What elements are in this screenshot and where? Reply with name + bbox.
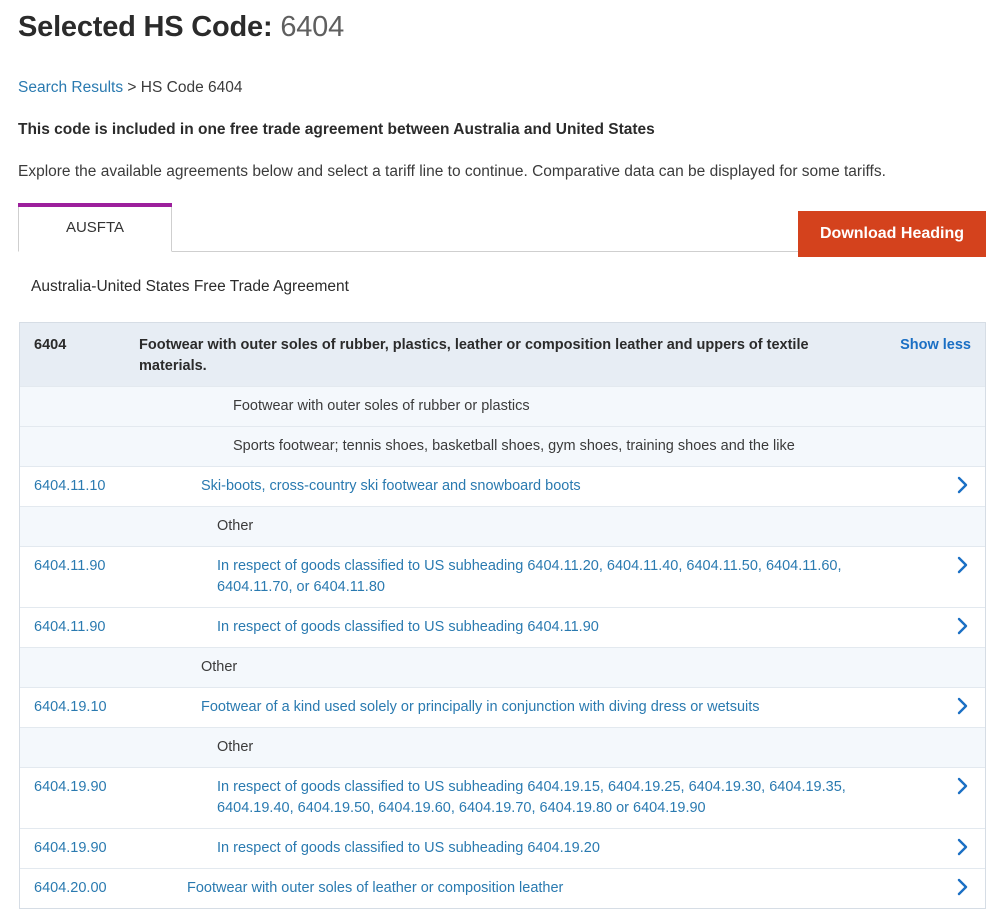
page-root: Selected HS Code: 6404 Search Results > … — [0, 0, 1004, 909]
explore-note: Explore the available agreements below a… — [18, 162, 886, 180]
row-action — [909, 688, 985, 726]
row-code[interactable]: 6404.11.10 — [20, 467, 139, 506]
table-row[interactable]: 6404.19.90 In respect of goods classified… — [20, 768, 985, 830]
row-description[interactable]: In respect of goods classified to US sub… — [139, 829, 909, 868]
chevron-right-icon[interactable] — [957, 838, 971, 858]
row-code — [20, 507, 139, 525]
row-description: Sports footwear; tennis shoes, basketbal… — [233, 437, 795, 454]
breadcrumb: Search Results > HS Code 6404 — [18, 77, 986, 99]
row-action — [909, 387, 985, 405]
row-code[interactable]: 6404.19.90 — [20, 829, 139, 868]
row-description: Other — [217, 517, 254, 534]
row-code — [20, 728, 139, 746]
row-action — [909, 728, 985, 746]
row-description[interactable]: Ski-boots, cross-country ski footwear an… — [139, 467, 909, 506]
page-title: Selected HS Code: 6404 — [18, 0, 986, 47]
tabs-row: AUSFTA Download Heading — [18, 203, 986, 258]
row-code[interactable]: 6404.20.00 — [20, 869, 139, 908]
chevron-right-icon[interactable] — [957, 556, 971, 576]
breadcrumb-separator: > — [127, 79, 137, 97]
row-action — [909, 608, 985, 646]
row-code — [20, 648, 139, 666]
table-row: Footwear with outer soles of rubber or p… — [20, 386, 985, 427]
row-description[interactable]: In respect of goods classified to US sub… — [139, 547, 909, 607]
row-description[interactable]: In respect of goods classified to US sub… — [139, 608, 909, 647]
row-action: Show less — [857, 323, 985, 365]
agreement-name: Australia-United States Free Trade Agree… — [31, 278, 349, 296]
table-row[interactable]: 6404.11.90 In respect of goods classified… — [20, 546, 985, 609]
row-action — [909, 768, 985, 806]
chevron-right-icon[interactable] — [957, 476, 971, 496]
row-action — [909, 467, 985, 505]
table-row[interactable]: 6404.19.90 In respect of goods classified… — [20, 829, 985, 870]
row-action — [909, 427, 985, 445]
row-description: Other — [217, 739, 254, 756]
row-description: Footwear with outer soles of rubber, pla… — [139, 336, 809, 374]
row-action — [909, 869, 985, 907]
table-row: Other — [20, 506, 985, 547]
table-row[interactable]: 6404.11.10 Ski-boots, cross-country ski f… — [20, 466, 985, 507]
table-row: Other — [20, 728, 985, 769]
download-heading-button[interactable]: Download Heading — [798, 211, 986, 258]
page-title-label: Selected HS Code: — [18, 11, 273, 43]
chevron-right-icon[interactable] — [957, 777, 971, 797]
tab-ausfta[interactable]: AUSFTA — [18, 203, 172, 253]
row-code[interactable]: 6404.19.10 — [20, 688, 139, 727]
row-description[interactable]: Footwear with outer soles of leather or … — [139, 869, 909, 908]
row-action — [909, 507, 985, 525]
row-action — [909, 648, 985, 666]
table-row[interactable]: 6404.11.90 In respect of goods classified… — [20, 608, 985, 649]
breadcrumb-link-search-results[interactable]: Search Results — [18, 79, 123, 96]
row-action — [909, 547, 985, 585]
show-less-button[interactable]: Show less — [900, 335, 971, 356]
row-code[interactable]: 6404.11.90 — [20, 608, 139, 647]
row-description: Footwear with outer soles of rubber or p… — [233, 397, 530, 414]
row-description: Other — [201, 659, 238, 676]
tab-ausfta-label: AUSFTA — [65, 218, 125, 236]
row-action — [909, 829, 985, 867]
row-code[interactable]: 6404.19.90 — [20, 768, 139, 807]
row-code — [20, 427, 139, 445]
chevron-right-icon[interactable] — [957, 697, 971, 717]
row-description[interactable]: In respect of goods classified to US sub… — [139, 768, 909, 828]
table-row: 6404 Footwear with outer soles of rubber,… — [20, 322, 985, 387]
page-title-code: 6404 — [280, 11, 345, 43]
table-row[interactable]: 6404.19.10 Footwear of a kind used solely… — [20, 688, 985, 729]
row-description[interactable]: Footwear of a kind used solely or princi… — [139, 688, 909, 727]
chevron-right-icon[interactable] — [957, 617, 971, 637]
breadcrumb-current: HS Code 6404 — [140, 79, 243, 97]
row-code — [20, 387, 139, 405]
included-note: This code is included in one free trade … — [18, 120, 655, 138]
row-code[interactable]: 6404.11.90 — [20, 547, 139, 586]
table-row[interactable]: 6404.20.00 Footwear with outer soles of l… — [20, 869, 985, 909]
table-row: Sports footwear; tennis shoes, basketbal… — [20, 426, 985, 467]
table-row: Other — [20, 648, 985, 689]
row-code[interactable]: 6404 — [20, 323, 139, 365]
tariff-table: 6404 Footwear with outer soles of rubber,… — [19, 321, 986, 909]
chevron-right-icon[interactable] — [957, 878, 971, 898]
